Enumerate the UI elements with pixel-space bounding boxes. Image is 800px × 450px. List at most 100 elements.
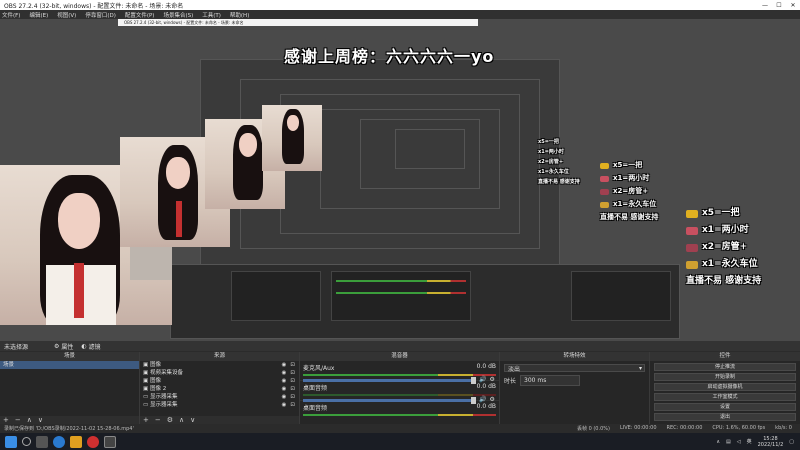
- gift-row: x1=永久车位: [686, 256, 761, 273]
- source-item[interactable]: ▣ 图像 ◉ ⊡: [140, 361, 299, 369]
- gift-row: x1=永久车位: [538, 167, 580, 177]
- mixer-track: 桌面音频 0.0 dB 🔊 ⚙: [300, 381, 499, 404]
- image-icon: ▣: [143, 362, 149, 368]
- scene-item[interactable]: 场景: [0, 361, 139, 369]
- speaker-icon[interactable]: 🔊: [479, 376, 486, 383]
- volume-slider[interactable]: [303, 377, 476, 384]
- virtual-camera-button[interactable]: 启动虚拟摄像机: [654, 383, 796, 391]
- add-icon[interactable]: +: [3, 416, 9, 424]
- minimize-icon[interactable]: —: [758, 0, 772, 10]
- edge-icon[interactable]: [53, 435, 65, 448]
- search-icon[interactable]: [22, 437, 31, 446]
- settings-button[interactable]: 设置: [654, 403, 796, 411]
- studio-mode-button[interactable]: 工作室模式: [654, 393, 796, 401]
- menu-tools[interactable]: 工具(T): [202, 11, 221, 19]
- transitions-dock-title: 转场特效: [500, 352, 649, 361]
- source-item[interactable]: ▣ 视频采集设备 ◉ ⊡: [140, 369, 299, 377]
- gear-icon[interactable]: ⚙: [489, 396, 494, 403]
- speaker-icon[interactable]: 🔊: [479, 396, 486, 403]
- lock-icon[interactable]: ⊡: [290, 401, 295, 409]
- gift-panel: x5=一把 x1=两小时 x2=房管+ x1=永久车位 直播不易 感谢支持: [686, 205, 761, 290]
- gift-row: x5=一把: [538, 137, 580, 147]
- face: [166, 157, 190, 189]
- slider-handle[interactable]: [471, 397, 476, 404]
- menu-bar: 文件(F) 编辑(E) 视图(V) 停靠窗口(D) 配置文件(P) 场景集合(S…: [0, 10, 800, 19]
- network-icon[interactable]: ▤: [726, 439, 731, 445]
- gear-icon: ⚙: [54, 342, 60, 350]
- eye-icon[interactable]: ◉: [282, 377, 287, 385]
- gift-text: x2=房管+: [538, 159, 564, 165]
- notification-icon[interactable]: ▢: [789, 439, 794, 445]
- duration-input[interactable]: 300 ms: [520, 375, 581, 386]
- slider-handle[interactable]: [471, 377, 476, 384]
- menu-docks[interactable]: 停靠窗口(D): [85, 11, 116, 19]
- maximize-icon[interactable]: ☐: [772, 0, 786, 10]
- transition-select[interactable]: 淡出 ▾: [504, 364, 645, 373]
- move-down-icon[interactable]: ∨: [190, 416, 195, 424]
- track-name: 桌面音频: [303, 405, 328, 412]
- eye-icon[interactable]: ◉: [282, 401, 287, 409]
- clock-date: 2022/11/2: [757, 441, 784, 448]
- stop-streaming-button[interactable]: 停止推流: [654, 363, 796, 371]
- transition-type: 淡出: [508, 365, 521, 373]
- gear-icon[interactable]: ⚙: [167, 416, 173, 424]
- gear-icon[interactable]: ⚙: [489, 376, 494, 383]
- lock-icon[interactable]: ⊡: [290, 369, 295, 377]
- properties-button[interactable]: ⚙ 属性: [54, 342, 73, 351]
- gift-row: x1=两小时: [686, 222, 761, 239]
- chevron-up-icon[interactable]: ∧: [716, 439, 720, 445]
- lock-icon[interactable]: ⊡: [290, 377, 295, 385]
- move-up-icon[interactable]: ∧: [27, 416, 32, 424]
- menu-scene-collection[interactable]: 场景集合(S): [163, 11, 193, 19]
- eye-icon[interactable]: ◉: [282, 393, 287, 401]
- face: [287, 115, 299, 131]
- lock-icon[interactable]: ⊡: [290, 393, 295, 401]
- menu-help[interactable]: 帮助(H): [230, 11, 249, 19]
- obs-icon[interactable]: [104, 435, 116, 448]
- close-icon[interactable]: ✕: [786, 0, 800, 10]
- lock-icon[interactable]: ⊡: [290, 361, 295, 369]
- source-label: 显示器采集: [149, 394, 178, 400]
- duration-label: 时长: [504, 378, 517, 385]
- volume-slider[interactable]: [303, 397, 476, 404]
- move-up-icon[interactable]: ∧: [179, 416, 184, 424]
- preview-canvas[interactable]: OBS 27.2.4 (32-bit, windows) - 配置文件: 未命名…: [0, 19, 800, 341]
- source-item[interactable]: ▭ 显示器采集 ◉ ⊡: [140, 401, 299, 409]
- source-item[interactable]: ▣ 图像 2 ◉ ⊡: [140, 385, 299, 393]
- source-item[interactable]: ▭ 显示器采集 ◉ ⊡: [140, 393, 299, 401]
- menu-file[interactable]: 文件(F): [2, 11, 20, 19]
- status-bar: 录制已保存到 'D:/OBS录制/2022-11-02 15-28-06.mp4…: [0, 424, 800, 433]
- exit-button[interactable]: 退出: [654, 413, 796, 421]
- menu-edit[interactable]: 编辑(E): [29, 11, 48, 19]
- input-language[interactable]: 英: [747, 438, 752, 445]
- start-recording-button[interactable]: 开始录制: [654, 373, 796, 381]
- gift-footer: 直播不易 感谢支持: [600, 213, 659, 221]
- remove-icon[interactable]: −: [15, 416, 21, 424]
- eye-icon[interactable]: ◉: [282, 385, 287, 393]
- sources-dock-title: 来源: [140, 352, 299, 361]
- volume-icon[interactable]: ◁: [737, 439, 741, 445]
- gift-row: x5=一把: [686, 205, 761, 222]
- filters-button[interactable]: ◐ 滤镜: [81, 342, 100, 351]
- filters-label: 滤镜: [88, 343, 101, 351]
- menu-profile[interactable]: 配置文件(P): [125, 11, 155, 19]
- eye-icon[interactable]: ◉: [282, 361, 287, 369]
- add-icon[interactable]: +: [143, 416, 149, 424]
- lock-icon[interactable]: ⊡: [290, 385, 295, 393]
- volume-meter: [303, 414, 496, 416]
- move-down-icon[interactable]: ∨: [38, 416, 43, 424]
- task-view-icon[interactable]: [36, 435, 48, 448]
- app-icon[interactable]: [87, 435, 99, 448]
- taskbar: ∧ ▤ ◁ 英 15:28 2022/11/2 ▢: [0, 433, 800, 450]
- source-item[interactable]: ▣ 图像 ◉ ⊡: [140, 377, 299, 385]
- menu-view[interactable]: 视图(V): [57, 11, 76, 19]
- folder-icon[interactable]: [70, 435, 82, 448]
- remove-icon[interactable]: −: [155, 416, 161, 424]
- eye-icon[interactable]: ◉: [282, 369, 287, 377]
- gift-text: x1=两小时: [538, 149, 564, 155]
- gift-text: x5=一把: [613, 161, 643, 169]
- gift-icon: [686, 243, 698, 252]
- clock[interactable]: 15:28 2022/11/2: [758, 436, 784, 448]
- windows-start-icon[interactable]: [5, 435, 17, 448]
- monitor-icon: ▭: [143, 394, 149, 400]
